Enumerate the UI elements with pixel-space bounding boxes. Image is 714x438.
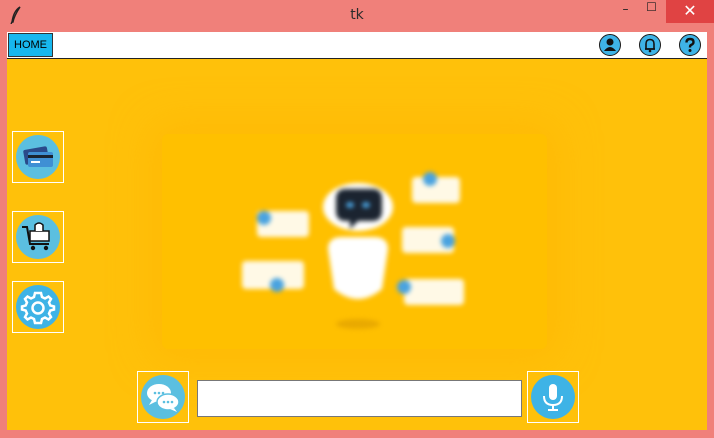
shopping-cart-icon [16,215,60,259]
microphone-button[interactable] [527,371,579,423]
settings-gear-icon [16,285,60,329]
top-toolbar: HOME [7,32,707,59]
chat-bubbles-icon [141,375,185,419]
settings-button[interactable] [12,281,64,333]
help-icon[interactable] [679,34,701,56]
robot-chatbot-illustration [242,172,464,329]
app-window: tk – ☐ ✕ HOME [0,0,714,438]
microphone-icon [531,375,575,419]
user-icon[interactable] [599,34,621,56]
title-bar[interactable]: tk – ☐ ✕ [0,0,714,31]
maximize-button[interactable]: ☐ [638,0,665,24]
bell-icon[interactable] [639,34,661,56]
shop-button[interactable] [12,211,64,263]
message-input[interactable] [197,380,522,417]
window-title: tk [350,7,364,23]
chat-button[interactable] [137,371,189,423]
home-button[interactable]: HOME [8,33,53,57]
main-panel [7,59,707,430]
credit-card-icon [16,135,60,179]
close-button[interactable]: ✕ [666,0,714,23]
minimize-button[interactable]: – [612,2,639,26]
payment-button[interactable] [12,131,64,183]
